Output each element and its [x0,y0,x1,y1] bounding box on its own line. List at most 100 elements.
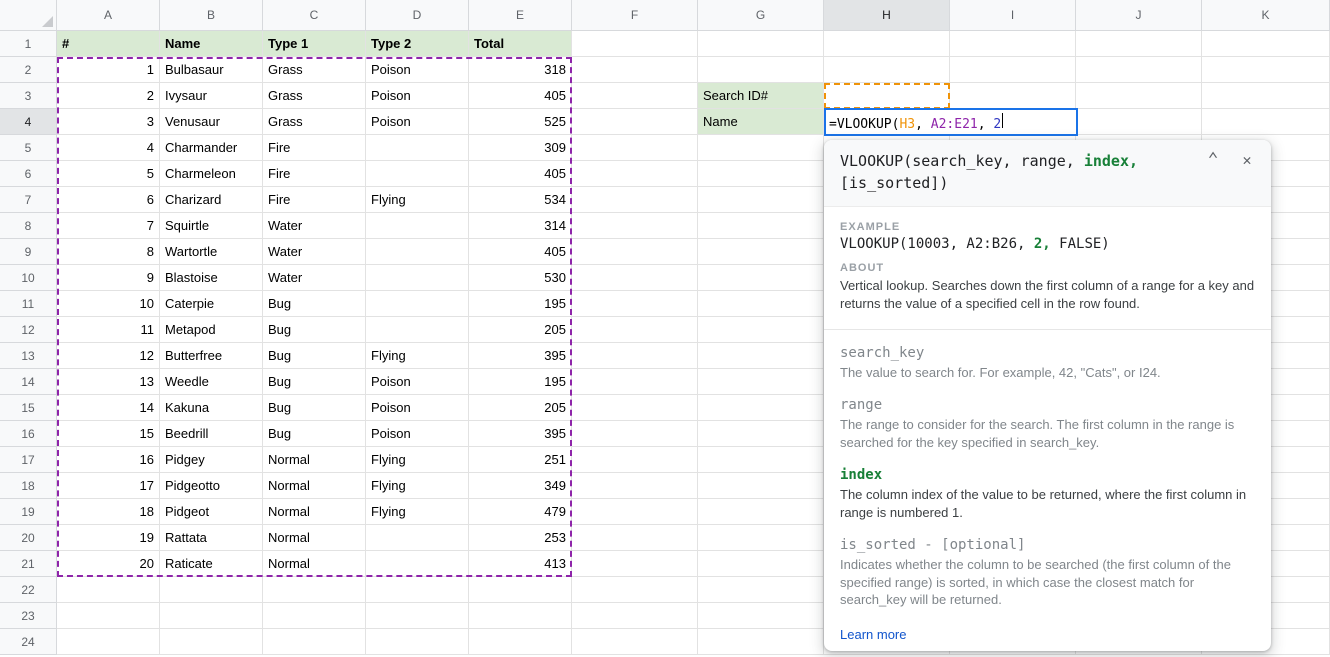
cell-B1[interactable]: Name [160,31,263,57]
cell-F12[interactable] [572,317,698,343]
cell-F19[interactable] [572,499,698,525]
cell-A2[interactable]: 1 [57,57,160,83]
cell-D4[interactable]: Poison [366,109,469,135]
cell-G4[interactable]: Name [698,109,824,135]
cell-G13[interactable] [698,343,824,369]
cell-A13[interactable]: 12 [57,343,160,369]
cell-B3[interactable]: Ivysaur [160,83,263,109]
cell-G21[interactable] [698,551,824,577]
cell-I3[interactable] [950,83,1076,109]
cell-D7[interactable]: Flying [366,187,469,213]
cell-B12[interactable]: Metapod [160,317,263,343]
cell-G2[interactable] [698,57,824,83]
cell-G10[interactable] [698,265,824,291]
row-header-13[interactable]: 13 [0,343,57,369]
row-header-6[interactable]: 6 [0,161,57,187]
cell-D10[interactable] [366,265,469,291]
row-header-12[interactable]: 12 [0,317,57,343]
cell-G17[interactable] [698,447,824,473]
column-header-G[interactable]: G [698,0,824,31]
cell-D16[interactable]: Poison [366,421,469,447]
cell-D2[interactable]: Poison [366,57,469,83]
row-header-18[interactable]: 18 [0,473,57,499]
cell-E15[interactable]: 205 [469,395,572,421]
cell-D11[interactable] [366,291,469,317]
row-header-10[interactable]: 10 [0,265,57,291]
column-header-J[interactable]: J [1076,0,1202,31]
cell-E24[interactable] [469,629,572,655]
row-header-11[interactable]: 11 [0,291,57,317]
cell-E4[interactable]: 525 [469,109,572,135]
cell-A6[interactable]: 5 [57,161,160,187]
cell-F21[interactable] [572,551,698,577]
column-header-F[interactable]: F [572,0,698,31]
cell-G6[interactable] [698,161,824,187]
cell-J3[interactable] [1076,83,1202,109]
cell-B13[interactable]: Butterfree [160,343,263,369]
row-header-8[interactable]: 8 [0,213,57,239]
cell-C6[interactable]: Fire [263,161,366,187]
cell-A15[interactable]: 14 [57,395,160,421]
cell-C12[interactable]: Bug [263,317,366,343]
cell-C21[interactable]: Normal [263,551,366,577]
cell-J4[interactable] [1076,109,1202,135]
cell-A12[interactable]: 11 [57,317,160,343]
row-header-23[interactable]: 23 [0,603,57,629]
cell-D12[interactable] [366,317,469,343]
cell-F5[interactable] [572,135,698,161]
cell-A7[interactable]: 6 [57,187,160,213]
cell-F10[interactable] [572,265,698,291]
cell-D9[interactable] [366,239,469,265]
cell-B15[interactable]: Kakuna [160,395,263,421]
cell-D22[interactable] [366,577,469,603]
cell-H1[interactable] [824,31,950,57]
cell-E8[interactable]: 314 [469,213,572,239]
cell-C15[interactable]: Bug [263,395,366,421]
cell-A14[interactable]: 13 [57,369,160,395]
cell-C18[interactable]: Normal [263,473,366,499]
cell-C16[interactable]: Bug [263,421,366,447]
cell-K4[interactable] [1202,109,1330,135]
row-header-19[interactable]: 19 [0,499,57,525]
cell-F20[interactable] [572,525,698,551]
cell-F15[interactable] [572,395,698,421]
cell-G18[interactable] [698,473,824,499]
cell-E12[interactable]: 205 [469,317,572,343]
cell-C22[interactable] [263,577,366,603]
cell-A10[interactable]: 9 [57,265,160,291]
cell-I2[interactable] [950,57,1076,83]
cell-D21[interactable] [366,551,469,577]
cell-G24[interactable] [698,629,824,655]
cell-F24[interactable] [572,629,698,655]
cell-F14[interactable] [572,369,698,395]
cell-F3[interactable] [572,83,698,109]
cell-B23[interactable] [160,603,263,629]
cell-E2[interactable]: 318 [469,57,572,83]
cell-J1[interactable] [1076,31,1202,57]
cell-D15[interactable]: Poison [366,395,469,421]
cell-A11[interactable]: 10 [57,291,160,317]
cell-F11[interactable] [572,291,698,317]
cell-B9[interactable]: Wartortle [160,239,263,265]
cell-K3[interactable] [1202,83,1330,109]
cell-H2[interactable] [824,57,950,83]
cell-B14[interactable]: Weedle [160,369,263,395]
cell-F7[interactable] [572,187,698,213]
cell-E7[interactable]: 534 [469,187,572,213]
cell-D13[interactable]: Flying [366,343,469,369]
cell-C14[interactable]: Bug [263,369,366,395]
cell-E13[interactable]: 395 [469,343,572,369]
column-header-B[interactable]: B [160,0,263,31]
cell-G12[interactable] [698,317,824,343]
close-icon[interactable]: ✕ [1237,150,1257,170]
cell-G15[interactable] [698,395,824,421]
cell-A19[interactable]: 18 [57,499,160,525]
row-header-2[interactable]: 2 [0,57,57,83]
cell-D17[interactable]: Flying [366,447,469,473]
cell-E22[interactable] [469,577,572,603]
cell-E18[interactable]: 349 [469,473,572,499]
cell-F8[interactable] [572,213,698,239]
row-header-7[interactable]: 7 [0,187,57,213]
cell-I1[interactable] [950,31,1076,57]
cell-D5[interactable] [366,135,469,161]
